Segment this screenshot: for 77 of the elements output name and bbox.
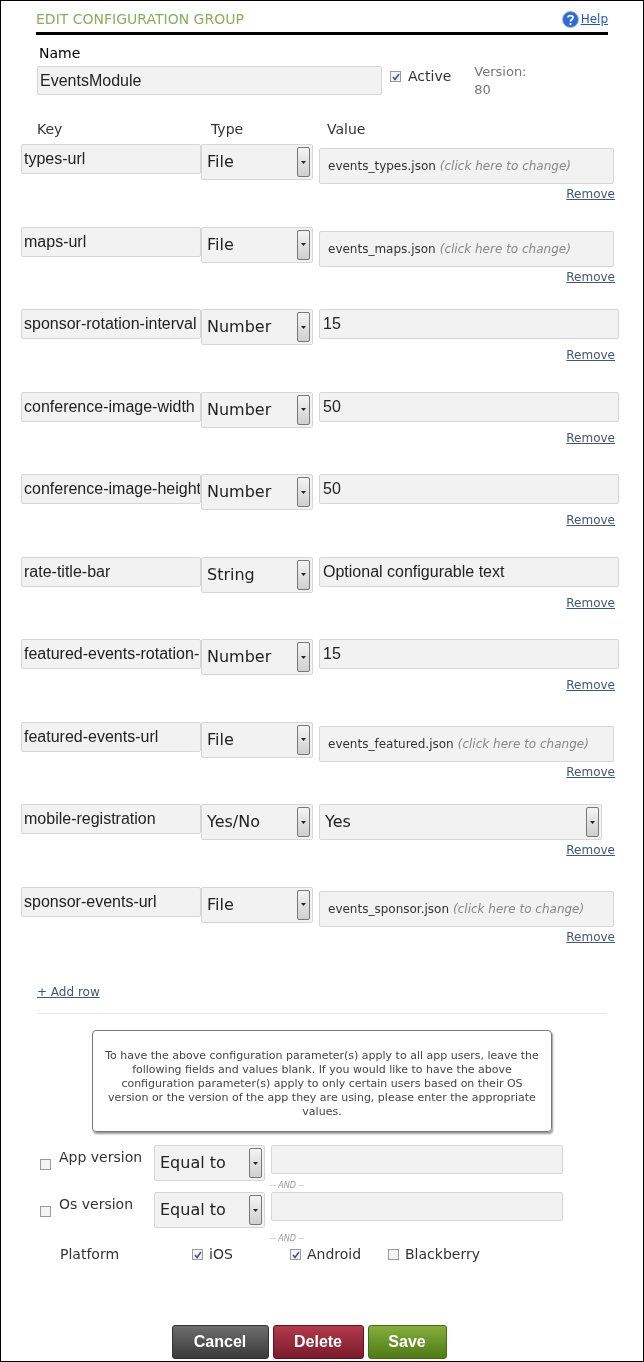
type-select[interactable]: File: [201, 886, 313, 923]
file-field[interactable]: events_sponsor.json (click here to change): [319, 890, 614, 927]
filter-label: App version: [59, 1148, 144, 1167]
help-icon: [561, 10, 579, 28]
checkmark-icon: [391, 72, 400, 81]
remove-link[interactable]: Remove: [566, 593, 615, 612]
platform-option-label: Blackberry: [405, 1245, 480, 1264]
and-separator: -- AND --: [270, 1181, 306, 1191]
remove-link[interactable]: Remove: [566, 676, 615, 694]
platform-checkbox[interactable]: [290, 1249, 301, 1260]
and-separator: -- AND --: [270, 1234, 306, 1244]
remove-link[interactable]: Remove: [566, 428, 615, 447]
help-link[interactable]: Help: [580, 10, 608, 28]
remove-link[interactable]: Remove: [566, 841, 615, 859]
platform-label: Platform: [60, 1245, 121, 1264]
type-select[interactable]: File: [201, 226, 313, 263]
type-select[interactable]: String: [201, 556, 313, 593]
type-select[interactable]: Yes/No: [201, 804, 313, 840]
file-field[interactable]: events_featured.json (click here to change): [319, 725, 614, 762]
remove-link[interactable]: Remove: [566, 762, 615, 781]
key-field[interactable]: types-url: [21, 144, 201, 174]
value-select[interactable]: Yes: [319, 804, 602, 840]
operator-select[interactable]: Equal to: [154, 1192, 265, 1228]
remove-link[interactable]: Remove: [566, 185, 615, 203]
value-field[interactable]: Optional configurable text: [319, 556, 619, 587]
value-field[interactable]: 50: [319, 391, 619, 422]
key-field[interactable]: conference-image-width: [21, 391, 201, 422]
key-field[interactable]: mobile-registration: [21, 804, 201, 834]
filter-checkbox[interactable]: [40, 1159, 51, 1170]
file-field[interactable]: events_maps.json (click here to change): [319, 230, 614, 267]
active-checkbox[interactable]: [390, 71, 401, 82]
filter-checkbox[interactable]: [40, 1206, 51, 1217]
remove-link[interactable]: Remove: [566, 511, 615, 529]
add-row-link[interactable]: + Add row: [37, 985, 100, 999]
type-select[interactable]: Number: [201, 309, 313, 345]
type-select[interactable]: Number: [201, 391, 313, 428]
checkmark-icon: [193, 1250, 202, 1259]
checkmark-icon: [291, 1250, 300, 1259]
type-select[interactable]: Number: [201, 639, 313, 675]
column-header: Value: [327, 120, 366, 139]
key-field[interactable]: sponsor-events-url: [21, 886, 201, 917]
key-field[interactable]: featured-events-rotation-: [21, 639, 201, 669]
delete-button[interactable]: Delete: [272, 1325, 364, 1359]
type-select[interactable]: File: [201, 144, 313, 180]
active-label: Active: [408, 67, 452, 86]
type-select[interactable]: Number: [201, 474, 313, 510]
name-field[interactable]: EventsModule: [37, 66, 382, 95]
column-header: Type: [211, 120, 245, 139]
save-button[interactable]: Save: [367, 1325, 447, 1359]
version-number: 80: [474, 81, 492, 99]
version-field[interactable]: [271, 1192, 563, 1221]
file-field[interactable]: events_types.json (click here to change): [319, 148, 614, 184]
remove-link[interactable]: Remove: [566, 267, 615, 286]
value-field[interactable]: 50: [319, 474, 619, 504]
remove-link[interactable]: Remove: [566, 346, 615, 364]
value-field[interactable]: 15: [319, 639, 619, 669]
name-label: Name: [39, 44, 82, 63]
column-header: Key: [37, 120, 64, 139]
key-field[interactable]: maps-url: [21, 226, 201, 257]
info-note: To have the above configuration parameter(s) apply to all app users, leave the following fields and values blank. If you would like to have the above configuration parameter(s) apply to only certain users based on their OS version or the version of the app they are using, please enter the appropriate values.: [92, 1030, 552, 1132]
filter-label: Os version: [59, 1195, 135, 1214]
version-field[interactable]: [271, 1145, 563, 1174]
operator-select[interactable]: Equal to: [154, 1145, 265, 1181]
remove-link[interactable]: Remove: [566, 927, 615, 946]
platform-option-label: iOS: [209, 1245, 233, 1264]
platform-checkbox[interactable]: [388, 1249, 399, 1260]
platform-checkbox[interactable]: [192, 1249, 203, 1260]
key-field[interactable]: conference-image-height: [21, 474, 201, 504]
cancel-button[interactable]: Cancel: [171, 1325, 269, 1359]
version-label: Version:: [474, 63, 527, 81]
page-title: EDIT CONFIGURATION GROUP: [36, 10, 244, 29]
key-field[interactable]: featured-events-url: [21, 721, 201, 752]
key-field[interactable]: sponsor-rotation-interval: [21, 309, 201, 339]
type-select[interactable]: File: [201, 721, 313, 758]
platform-option-label: Android: [307, 1245, 362, 1264]
key-field[interactable]: rate-title-bar: [21, 556, 201, 587]
value-field[interactable]: 15: [319, 309, 619, 339]
